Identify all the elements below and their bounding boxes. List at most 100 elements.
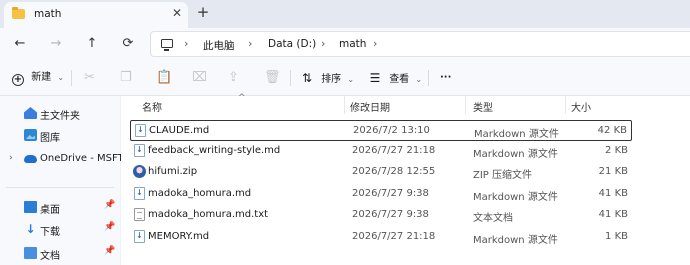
add-icon: + — [12, 74, 24, 86]
pin-icon: 📌 — [104, 222, 116, 232]
tab-title: math — [34, 8, 62, 20]
breadcrumb-data-drive[interactable]: Data (D:) — [268, 38, 316, 50]
toolbar-divider — [428, 70, 429, 86]
toolbar-divider — [290, 70, 291, 86]
refresh-button[interactable]: ⟳ — [118, 34, 138, 54]
file-type: Markdown 源文件 — [473, 192, 558, 203]
copy-icon[interactable]: ❐ — [120, 69, 132, 87]
view-label: 查看 — [389, 74, 410, 85]
file-name: feedback_writing-style.md — [148, 145, 281, 156]
chevron-down-icon: ⌄ — [347, 75, 355, 84]
more-options-button[interactable]: ··· — [440, 69, 451, 87]
markdown-file-icon — [134, 144, 145, 157]
expand-chevron-icon[interactable]: › — [9, 153, 13, 163]
markdown-file-icon — [134, 187, 145, 200]
zip-archive-icon — [133, 165, 146, 178]
file-name: CLAUDE.md — [149, 125, 210, 136]
download-icon: ↓ — [25, 222, 36, 236]
paste-icon[interactable]: 📋 — [156, 69, 172, 87]
cut-icon[interactable]: ✂ — [84, 69, 95, 87]
sort-icon: ⇅ — [301, 71, 313, 85]
pin-icon: 📌 — [104, 200, 116, 210]
rename-icon[interactable]: ⌧ — [192, 69, 207, 87]
sidebar-item-home[interactable]: 主文件夹 — [0, 104, 120, 124]
file-row[interactable]: madoka_homura.md 2026/7/27 9:38 Markdown… — [130, 184, 632, 205]
column-header-type[interactable]: 类型 — [473, 99, 493, 114]
column-header-name[interactable]: 名称 — [142, 99, 162, 114]
forward-button[interactable]: → — [46, 34, 66, 54]
sidebar-item-onedrive[interactable]: › OneDrive - MSFT — [0, 150, 124, 170]
markdown-file-icon — [135, 124, 146, 137]
sidebar-item-label: 文档 — [40, 251, 60, 262]
this-pc-icon — [161, 39, 173, 51]
column-divider[interactable] — [344, 96, 345, 114]
address-row: ← → ↑ ⟳ › 此电脑 › Data (D:) › math › — [0, 28, 690, 60]
sidebar-item-downloads[interactable]: ↓ 下载 📌 — [0, 220, 120, 240]
file-name: MEMORY.md — [148, 231, 210, 242]
new-tab-button[interactable]: + — [194, 3, 212, 21]
chevron-down-icon: ⌄ — [57, 73, 65, 82]
view-button[interactable]: ☰ 查看 ⌄ — [368, 69, 422, 87]
sort-button[interactable]: ⇅ 排序 ⌄ — [300, 69, 354, 87]
sort-ascending-icon: ^ — [238, 93, 246, 103]
share-icon[interactable]: ⇪ — [228, 69, 239, 87]
file-name: madoka_homura.md.txt — [148, 209, 269, 220]
gallery-icon — [24, 129, 37, 141]
text-file-icon — [134, 208, 145, 221]
column-header-row: ^ 名称 修改日期 类型 大小 — [121, 93, 690, 116]
file-date: 2026/7/27 21:18 — [352, 231, 436, 242]
sidebar-item-label: 主文件夹 — [40, 111, 80, 122]
navigation-pane: 主文件夹 图库 › OneDrive - MSFT 桌面 📌 ↓ 下载 📌 文档… — [0, 96, 124, 265]
close-tab-icon[interactable]: ✕ — [170, 6, 184, 22]
breadcrumb-separator[interactable]: › — [184, 37, 188, 50]
file-size: 42 KB — [597, 125, 627, 136]
file-name: hifumi.zip — [148, 166, 198, 177]
column-divider[interactable] — [465, 96, 466, 114]
address-bar[interactable]: › 此电脑 › Data (D:) › math › — [150, 31, 690, 57]
folder-icon — [12, 7, 25, 19]
file-date: 2026/7/27 9:38 — [352, 188, 429, 199]
file-type: Markdown 源文件 — [473, 235, 558, 246]
file-list: ^ 名称 修改日期 类型 大小 CLAUDE.md 2026/7/2 13:10… — [121, 93, 690, 265]
sidebar-item-documents[interactable]: 文档 📌 — [0, 244, 120, 264]
breadcrumb-separator[interactable]: › — [321, 37, 325, 50]
breadcrumb-this-pc[interactable]: 此电脑 — [203, 38, 235, 53]
tab-math[interactable]: math ✕ — [4, 2, 188, 28]
column-header-date[interactable]: 修改日期 — [350, 99, 390, 114]
command-bar: + 新建 ⌄ ✂ ❐ 📋 ⌧ ⇪ 🗑 ⇅ 排序 ⌄ ☰ 查看 ⌄ ··· — [0, 60, 690, 96]
breadcrumb-separator[interactable]: › — [248, 37, 252, 50]
view-icon: ☰ — [369, 71, 381, 85]
file-date: 2026/7/27 9:38 — [352, 209, 429, 220]
tab-strip: math ✕ + — [0, 0, 690, 28]
file-type: Markdown 源文件 — [474, 129, 559, 140]
chevron-down-icon: ⌄ — [415, 75, 423, 84]
file-date: 2026/7/27 21:18 — [352, 145, 436, 156]
pin-icon: 📌 — [104, 246, 116, 256]
file-row[interactable]: CLAUDE.md 2026/7/2 13:10 Markdown 源文件 42… — [130, 120, 632, 141]
file-row[interactable]: feedback_writing-style.md 2026/7/27 21:1… — [130, 141, 632, 162]
file-size: 41 KB — [598, 209, 628, 220]
documents-icon — [24, 247, 37, 259]
file-type: ZIP 压缩文件 — [473, 170, 533, 181]
back-button[interactable]: ← — [10, 34, 30, 54]
file-row[interactable]: MEMORY.md 2026/7/27 21:18 Markdown 源文件 1… — [130, 227, 632, 248]
file-row[interactable]: madoka_homura.md.txt 2026/7/27 9:38 文本文档… — [130, 205, 632, 226]
column-divider[interactable] — [565, 96, 566, 114]
sidebar-item-desktop[interactable]: 桌面 📌 — [0, 198, 120, 218]
file-type: Markdown 源文件 — [473, 149, 558, 160]
sidebar-item-gallery[interactable]: 图库 — [0, 126, 120, 146]
delete-icon[interactable]: 🗑 — [264, 69, 281, 87]
sidebar-divider — [6, 187, 114, 188]
file-row[interactable]: hifumi.zip 2026/7/28 12:55 ZIP 压缩文件 21 K… — [130, 162, 632, 183]
new-label: 新建 — [31, 72, 52, 83]
file-size: 41 KB — [598, 188, 628, 199]
up-button[interactable]: ↑ — [82, 34, 102, 54]
breadcrumb-math[interactable]: math — [339, 38, 366, 50]
column-header-size[interactable]: 大小 — [571, 99, 591, 114]
toolbar-divider — [71, 70, 72, 86]
new-button[interactable]: + 新建 ⌄ — [12, 69, 64, 87]
file-date: 2026/7/2 13:10 — [353, 125, 430, 136]
breadcrumb-separator[interactable]: › — [373, 37, 377, 50]
sidebar-item-label: 桌面 — [40, 205, 60, 216]
file-name: madoka_homura.md — [148, 188, 252, 199]
